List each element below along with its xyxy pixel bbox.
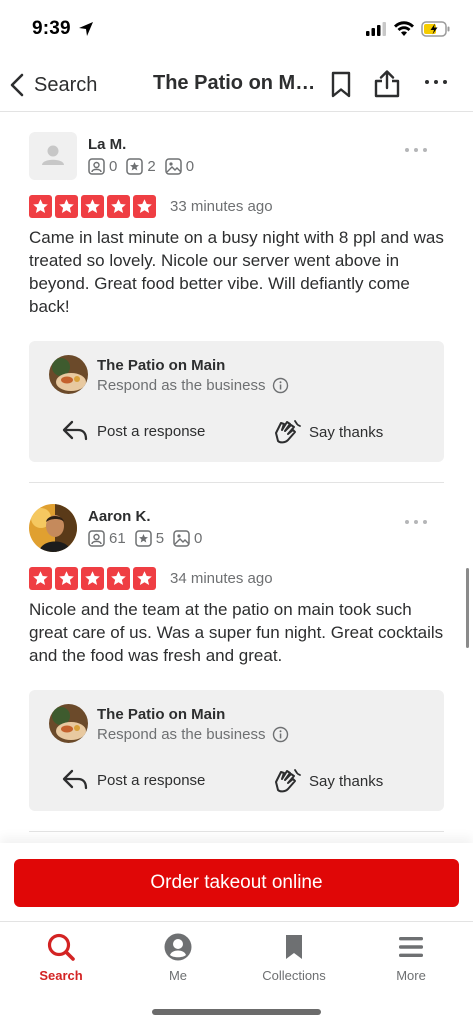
star-icon xyxy=(133,195,156,218)
profile-icon xyxy=(164,933,192,961)
star-icon xyxy=(107,195,130,218)
share-icon[interactable] xyxy=(373,69,401,99)
status-time: 9:39 xyxy=(32,18,71,39)
tab-search[interactable]: Search xyxy=(16,932,106,983)
respond-subtitle: Respond as the business xyxy=(97,726,266,743)
star-icon xyxy=(55,567,78,590)
review-time: 33 minutes ago xyxy=(170,198,273,215)
info-icon[interactable] xyxy=(272,377,289,394)
tab-me[interactable]: Me xyxy=(133,932,223,983)
tab-label: Collections xyxy=(262,968,326,983)
battery-charging-icon xyxy=(421,21,450,37)
tab-more[interactable]: More xyxy=(366,932,456,983)
business-response-panel: The Patio on Main Respond as the busines… xyxy=(29,690,444,811)
business-response-panel: The Patio on Main Respond as the busines… xyxy=(29,341,444,462)
reviewer-name[interactable]: La M. xyxy=(88,136,126,153)
say-thanks-button[interactable]: Say thanks xyxy=(273,768,383,794)
scrollbar[interactable] xyxy=(466,568,469,648)
say-thanks-label: Say thanks xyxy=(309,423,384,441)
back-button[interactable]: Search xyxy=(8,68,97,102)
default-user-icon xyxy=(42,145,64,165)
avatar[interactable] xyxy=(29,504,77,552)
business-name: The Patio on Main xyxy=(97,706,226,723)
hands-thanks-icon xyxy=(275,420,301,444)
business-name: The Patio on Main xyxy=(97,357,226,374)
tab-collections[interactable]: Collections xyxy=(249,932,339,983)
menu-icon xyxy=(399,937,423,957)
friends-icon xyxy=(88,158,105,175)
status-bar: 9:39 xyxy=(0,0,473,58)
reply-arrow-icon xyxy=(62,769,88,790)
back-label: Search xyxy=(34,73,98,96)
star-icon xyxy=(107,567,130,590)
star-icon xyxy=(133,567,156,590)
post-response-label: Post a response xyxy=(97,422,206,440)
tab-label: Me xyxy=(168,968,188,983)
friends-count: 61 xyxy=(109,530,126,547)
location-arrow-icon xyxy=(79,22,93,36)
order-takeout-button[interactable]: Order takeout online xyxy=(14,859,459,907)
say-thanks-button[interactable]: Say thanks xyxy=(273,419,383,445)
divider xyxy=(29,482,444,483)
review-more-button[interactable] xyxy=(405,148,427,152)
more-options-button[interactable] xyxy=(425,80,447,84)
review-text: Nicole and the team at the patio on main… xyxy=(29,600,444,665)
photos-count: 0 xyxy=(185,158,195,175)
star-icon xyxy=(81,567,104,590)
star-rating xyxy=(29,567,156,590)
info-icon[interactable] xyxy=(272,726,289,743)
respond-as-business: Respond as the business xyxy=(97,377,289,394)
star-icon xyxy=(55,195,78,218)
order-cta-bar: Order takeout online xyxy=(0,843,473,921)
hands-thanks-icon xyxy=(275,769,301,793)
post-response-button[interactable]: Post a response xyxy=(61,419,205,443)
tab-label: Search xyxy=(39,968,83,983)
respond-as-business: Respond as the business xyxy=(97,726,289,743)
say-thanks-label: Say thanks xyxy=(309,772,384,790)
bookmark-icon[interactable] xyxy=(330,71,352,98)
page-title: The Patio on Main xyxy=(153,72,317,94)
review-text: Came in last minute on a busy night with… xyxy=(29,228,444,316)
reviews-count: 5 xyxy=(155,530,165,547)
friends-count: 0 xyxy=(109,158,118,175)
cellular-signal-icon xyxy=(366,22,386,36)
tab-label: More xyxy=(396,968,426,983)
post-response-label: Post a response xyxy=(97,771,206,789)
star-icon xyxy=(29,195,52,218)
friends-icon xyxy=(88,530,105,547)
review-star-icon xyxy=(126,158,144,175)
chevron-left-icon xyxy=(10,73,24,97)
review-time: 34 minutes ago xyxy=(170,570,273,587)
reviewer-name[interactable]: Aaron K. xyxy=(88,508,151,525)
post-response-button[interactable]: Post a response xyxy=(61,768,205,792)
divider xyxy=(29,831,444,832)
home-indicator xyxy=(152,1009,321,1015)
star-icon xyxy=(81,195,104,218)
photo-icon xyxy=(164,158,182,175)
photo-icon xyxy=(173,530,190,547)
photos-count: 0 xyxy=(194,530,203,547)
avatar[interactable] xyxy=(29,132,77,180)
review-more-button[interactable] xyxy=(405,520,427,524)
reply-arrow-icon xyxy=(62,420,88,441)
star-icon xyxy=(29,567,52,590)
reviewer-stats: 61 5 0 xyxy=(88,530,211,547)
business-avatar xyxy=(49,355,88,394)
nav-header: Search The Patio on Main xyxy=(0,58,473,112)
business-avatar xyxy=(49,704,88,743)
respond-subtitle: Respond as the business xyxy=(97,377,266,394)
wifi-icon xyxy=(394,21,414,36)
reviews-count: 2 xyxy=(147,158,156,175)
star-rating xyxy=(29,195,156,218)
review-star-icon xyxy=(134,530,152,547)
bookmark-icon xyxy=(286,935,302,959)
search-icon xyxy=(47,933,75,961)
reviewer-stats: 0 2 0 xyxy=(88,158,203,175)
